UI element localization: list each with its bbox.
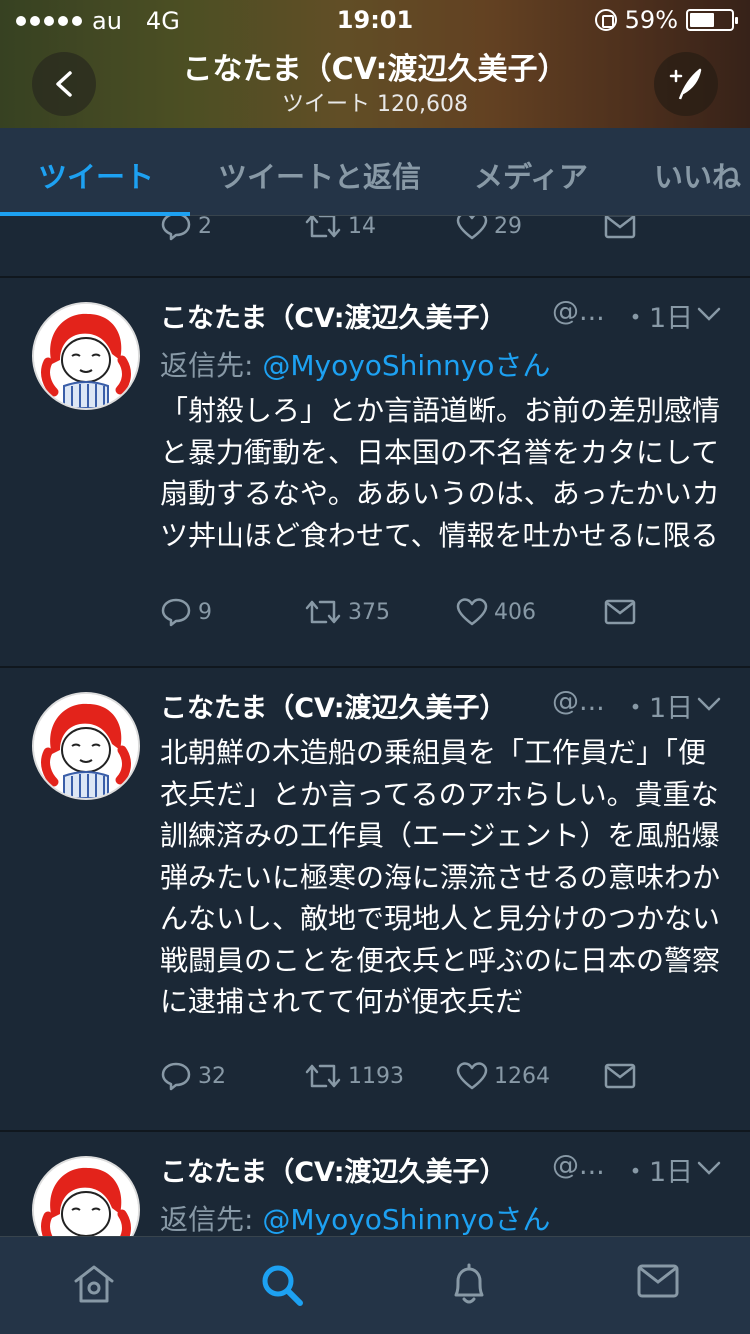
mail-icon xyxy=(637,1264,679,1298)
tweet-count: ツイート 120,608 xyxy=(282,92,468,117)
bottom-tab-bar xyxy=(0,1236,750,1334)
avatar[interactable] xyxy=(32,692,140,800)
retweet-count: 1193 xyxy=(348,1063,404,1089)
avatar-image xyxy=(34,694,138,798)
chevron-down-icon[interactable] xyxy=(696,696,722,712)
retweet-icon xyxy=(305,216,341,238)
like-button[interactable]: 1264 xyxy=(456,1061,550,1091)
battery-icon xyxy=(686,9,738,31)
mail-icon xyxy=(604,1063,636,1089)
mail-icon xyxy=(604,599,636,625)
reply-icon xyxy=(161,1062,191,1091)
tab-tweets[interactable]: ツイート xyxy=(38,154,154,196)
tweet-text: 「射殺しろ」とか言語道断。お前の差別感情と暴力衝動を、日本国の不名誉をカタにして… xyxy=(160,394,721,552)
tweet-author-name[interactable]: こなたま（CV:渡辺久美子） xyxy=(160,296,507,335)
nav-search[interactable] xyxy=(260,1263,304,1311)
nav-messages[interactable] xyxy=(636,1263,680,1303)
tweet-card[interactable]: こなたま（CV:渡辺久美子） @... ・1日 返信先: @MyoyoShinn… xyxy=(0,1132,750,1236)
tab-likes[interactable]: いいね xyxy=(654,154,741,196)
reply-icon xyxy=(161,216,191,241)
heart-icon xyxy=(456,598,488,626)
bell-icon xyxy=(454,1263,484,1304)
profile-tabs: ツイート ツイートと返信 メディア いいね xyxy=(0,128,750,216)
mail-icon xyxy=(604,216,636,239)
avatar-image xyxy=(34,304,138,408)
reply-count: 32 xyxy=(198,1063,226,1089)
tweet-author-handle[interactable]: @... xyxy=(552,1150,605,1181)
like-count: 406 xyxy=(494,599,536,625)
retweet-button[interactable]: 1193 xyxy=(304,1062,404,1090)
avatar[interactable] xyxy=(32,1156,140,1236)
tweet-timestamp[interactable]: ・1日 xyxy=(622,1150,693,1189)
reply-count: 9 xyxy=(198,599,212,625)
dm-button[interactable] xyxy=(604,599,636,625)
retweet-icon xyxy=(305,600,341,624)
reply-button[interactable]: 9 xyxy=(160,597,212,627)
reply-mention-link[interactable]: @MyoyoShinnyoさん xyxy=(262,1203,550,1236)
rotation-lock-icon xyxy=(594,9,617,31)
like-count: 1264 xyxy=(494,1063,550,1089)
heart-icon xyxy=(456,216,488,240)
home-icon xyxy=(74,1265,114,1303)
back-button[interactable] xyxy=(32,52,96,116)
avatar[interactable] xyxy=(32,302,140,410)
retweet-icon xyxy=(305,1064,341,1088)
reply-prefix: 返信先: xyxy=(160,349,263,382)
like-button[interactable]: 406 xyxy=(456,597,536,627)
tweet-card[interactable]: こなたま（CV:渡辺久美子） @... ・1日 返信先: @MyoyoShinn… xyxy=(0,278,750,666)
chevron-down-icon[interactable] xyxy=(696,306,722,322)
reply-button[interactable]: 2 xyxy=(160,216,212,241)
reply-button[interactable]: 32 xyxy=(160,1061,226,1091)
like-count: 29 xyxy=(494,216,522,239)
retweet-button[interactable]: 14 xyxy=(304,216,376,240)
search-icon xyxy=(262,1265,303,1306)
tweet-author-name[interactable]: こなたま（CV:渡辺久美子） xyxy=(160,686,507,725)
heart-icon xyxy=(456,1062,488,1090)
tweet-feed[interactable]: 2 14 29 こなたま（CV:渡辺久美子） @... ・1日 返信先: @My… xyxy=(0,216,750,1236)
nav-notifications[interactable] xyxy=(448,1263,490,1311)
tweet-author-name[interactable]: こなたま（CV:渡辺久美子） xyxy=(160,1150,507,1189)
dm-button[interactable] xyxy=(604,216,636,239)
tweet-author-handle[interactable]: @... xyxy=(552,296,605,327)
nav-home[interactable] xyxy=(72,1263,116,1309)
profile-header: au 4G 19:01 59% こなたま（CV:渡辺久美子） ツイート 120,… xyxy=(0,0,750,128)
reply-prefix: 返信先: xyxy=(160,1203,263,1236)
page-title: こなたま（CV:渡辺久美子） xyxy=(182,52,568,87)
reply-to-line: 返信先: @MyoyoShinnyoさん xyxy=(160,344,550,384)
tweet-timestamp[interactable]: ・1日 xyxy=(622,296,693,335)
chevron-down-icon[interactable] xyxy=(696,1160,722,1176)
status-right: 59% xyxy=(594,6,738,34)
reply-icon xyxy=(161,598,191,627)
battery-percent: 59% xyxy=(624,6,678,34)
tab-tweets-and-replies[interactable]: ツイートと返信 xyxy=(218,154,421,196)
chevron-left-icon xyxy=(56,71,72,97)
reply-count: 2 xyxy=(198,216,212,239)
compose-feather-icon xyxy=(669,68,702,100)
avatar-image xyxy=(34,1158,138,1236)
tweet-card[interactable]: こなたま（CV:渡辺久美子） @... ・1日 北朝鮮の木造船の乗組員を「工作員… xyxy=(0,668,750,1130)
retweet-button[interactable]: 375 xyxy=(304,598,390,626)
reply-mention-link[interactable]: @MyoyoShinnyoさん xyxy=(262,349,550,382)
reply-to-line: 返信先: @MyoyoShinnyoさん xyxy=(160,1198,550,1236)
tweet-timestamp[interactable]: ・1日 xyxy=(622,686,693,725)
dm-button[interactable] xyxy=(604,1063,636,1089)
retweet-count: 14 xyxy=(348,216,376,239)
like-button[interactable]: 29 xyxy=(456,216,522,241)
tweet-text: 北朝鮮の木造船の乗組員を「工作員だ」「便衣兵だ」とか言ってるのアホらしい。貴重な… xyxy=(160,736,721,1018)
retweet-count: 375 xyxy=(348,599,390,625)
status-bar: au 4G 19:01 59% xyxy=(0,0,750,40)
compose-button[interactable] xyxy=(654,52,718,116)
tab-media[interactable]: メディア xyxy=(474,154,588,196)
tweet-author-handle[interactable]: @... xyxy=(552,686,605,717)
